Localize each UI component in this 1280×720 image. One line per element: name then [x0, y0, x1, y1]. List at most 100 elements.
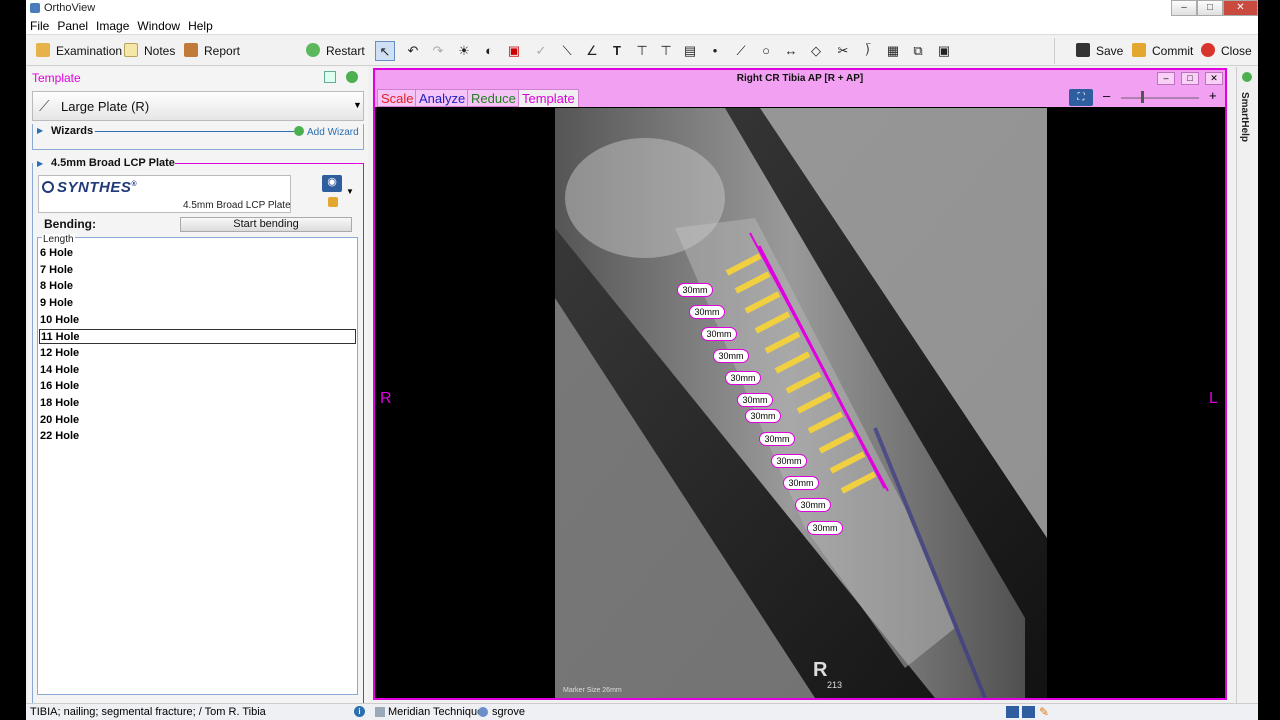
left-side-marker: R: [380, 390, 392, 407]
menu-image[interactable]: Image: [92, 18, 133, 33]
refresh-icon[interactable]: [346, 71, 358, 83]
undo-icon[interactable]: ↶: [403, 41, 423, 61]
maximize-icon[interactable]: □: [1197, 0, 1223, 16]
length-item[interactable]: 16 Hole: [39, 379, 356, 394]
zoom-out-icon[interactable]: –: [1103, 88, 1110, 103]
menu-help[interactable]: Help: [184, 18, 217, 33]
menu-panel[interactable]: Panel: [53, 18, 92, 33]
label-tool-icon[interactable]: ⊤: [656, 41, 676, 61]
viewer-restore-icon[interactable]: □: [1181, 72, 1199, 85]
screw-length-label[interactable]: 30mm: [745, 409, 781, 423]
restart-label: Restart: [326, 44, 365, 58]
fit-screen-icon[interactable]: ⛶: [1069, 89, 1093, 106]
close-button[interactable]: Close: [1201, 40, 1252, 62]
tab-reduce[interactable]: Reduce: [467, 89, 520, 107]
close-icon: [1201, 43, 1215, 57]
screw-length-label[interactable]: 30mm: [713, 349, 749, 363]
screw-length-label[interactable]: 30mm: [783, 476, 819, 490]
width-tool-icon[interactable]: ↔: [781, 41, 801, 61]
length-item[interactable]: 12 Hole: [39, 346, 356, 361]
zoom-slider-handle[interactable]: [1141, 91, 1144, 103]
point-tool-icon[interactable]: •: [705, 41, 725, 61]
viewer-minimize-icon[interactable]: –: [1157, 72, 1175, 85]
tab-template[interactable]: Template: [518, 89, 579, 107]
screw-length-label[interactable]: 30mm: [689, 305, 725, 319]
title-bar: OrthoView – □ ✕: [26, 0, 1258, 18]
frame-tool-icon[interactable]: ▣: [934, 41, 954, 61]
cut-tool-icon[interactable]: ✂: [833, 41, 853, 61]
notes-button[interactable]: Notes: [124, 40, 175, 62]
length-item[interactable]: 7 Hole: [39, 263, 356, 278]
report-button[interactable]: Report: [184, 40, 240, 62]
smarthelp-expand-icon[interactable]: [1242, 72, 1252, 82]
zoom-in-icon[interactable]: +: [1209, 88, 1217, 103]
ruler-tool-icon[interactable]: ▤: [680, 41, 700, 61]
length-item[interactable]: 8 Hole: [39, 279, 356, 294]
select-tool-icon[interactable]: ↖: [375, 41, 395, 61]
invert-icon[interactable]: ◐: [479, 41, 499, 61]
length-item[interactable]: 22 Hole: [39, 429, 356, 444]
screw-length-label[interactable]: 30mm: [737, 393, 773, 407]
new-template-icon[interactable]: [324, 71, 336, 83]
length-item[interactable]: 10 Hole: [39, 313, 356, 328]
length-item-selected[interactable]: 11 Hole: [39, 329, 356, 344]
start-bending-button[interactable]: Start bending: [180, 217, 352, 232]
draw-icon[interactable]: ✓: [531, 41, 551, 61]
film-marker-sub: 213: [827, 680, 842, 690]
info-icon[interactable]: i: [354, 706, 365, 717]
screw-length-label[interactable]: 30mm: [725, 371, 761, 385]
length-item[interactable]: 14 Hole: [39, 363, 356, 378]
length-item[interactable]: 9 Hole: [39, 296, 356, 311]
add-wizard-button[interactable]: Add Wizard: [294, 126, 359, 138]
folder-icon: [36, 43, 50, 57]
menu-file[interactable]: File: [26, 18, 53, 33]
examination-button[interactable]: Examination: [36, 40, 122, 62]
tab-scale[interactable]: Scale: [377, 89, 418, 107]
close-window-icon[interactable]: ✕: [1223, 0, 1258, 16]
offset-tool-icon[interactable]: ◇: [806, 41, 826, 61]
screw-length-label[interactable]: 30mm: [759, 432, 795, 446]
save-button[interactable]: Save: [1076, 40, 1123, 62]
length-item[interactable]: 18 Hole: [39, 396, 356, 411]
pen-icon[interactable]: ✎: [1039, 705, 1049, 719]
edit-icon[interactable]: [1022, 706, 1035, 718]
redo-icon[interactable]: ↷: [428, 41, 448, 61]
lock-template-icon[interactable]: [328, 197, 338, 207]
viewer-close-icon[interactable]: ✕: [1205, 72, 1223, 85]
screw-length-label[interactable]: 30mm: [771, 454, 807, 468]
commit-button[interactable]: Commit: [1132, 40, 1193, 62]
status-bar: TIBIA; nailing; segmental fracture; / To…: [26, 703, 1258, 720]
zoom-slider[interactable]: [1121, 97, 1199, 99]
transform-tool-icon[interactable]: ⧉: [908, 41, 928, 61]
screw-length-label[interactable]: 30mm: [795, 498, 831, 512]
line-tool-icon[interactable]: ⟍: [557, 41, 577, 61]
minimize-icon[interactable]: –: [1171, 0, 1197, 16]
expand-wizards-icon[interactable]: ▶: [37, 126, 43, 135]
text-tool-icon[interactable]: T: [607, 41, 627, 61]
eye-icon[interactable]: ◉: [322, 175, 342, 192]
menu-window[interactable]: Window: [133, 18, 184, 33]
circle-tool-icon[interactable]: ○: [756, 41, 776, 61]
brand-text: SYNTHES: [57, 179, 132, 196]
angle-tool-icon[interactable]: ∠: [582, 41, 602, 61]
screw-length-label[interactable]: 30mm: [677, 283, 713, 297]
plate-selector[interactable]: ⟋ Large Plate (R) ▼: [32, 91, 364, 121]
length-item[interactable]: 20 Hole: [39, 413, 356, 428]
tab-analyze[interactable]: Analyze: [415, 89, 470, 107]
xray-image[interactable]: Marker Size 26mm R 213 30mm 30mm 30mm 30…: [555, 108, 1047, 698]
toolbar-divider: [1054, 38, 1055, 64]
screw-length-label[interactable]: 30mm: [701, 327, 737, 341]
annotation-tool-icon[interactable]: ⊤: [632, 41, 652, 61]
osteotomy-tool-icon[interactable]: ⟌: [858, 41, 878, 61]
brightness-icon[interactable]: ☀: [454, 41, 474, 61]
expand-plate-icon[interactable]: ▶: [37, 159, 43, 168]
smarthelp-panel[interactable]: [1236, 67, 1258, 703]
eye-dropdown-icon[interactable]: ▼: [346, 187, 354, 196]
length-item[interactable]: 6 Hole: [39, 246, 356, 261]
screw-length-label[interactable]: 30mm: [807, 521, 843, 535]
crop-icon[interactable]: ▣: [504, 41, 524, 61]
layout-icon[interactable]: [1006, 706, 1019, 718]
restart-button[interactable]: Restart: [306, 40, 365, 62]
align-tool-icon[interactable]: ▦: [883, 41, 903, 61]
measure-tool-icon[interactable]: ⟋: [731, 41, 751, 61]
